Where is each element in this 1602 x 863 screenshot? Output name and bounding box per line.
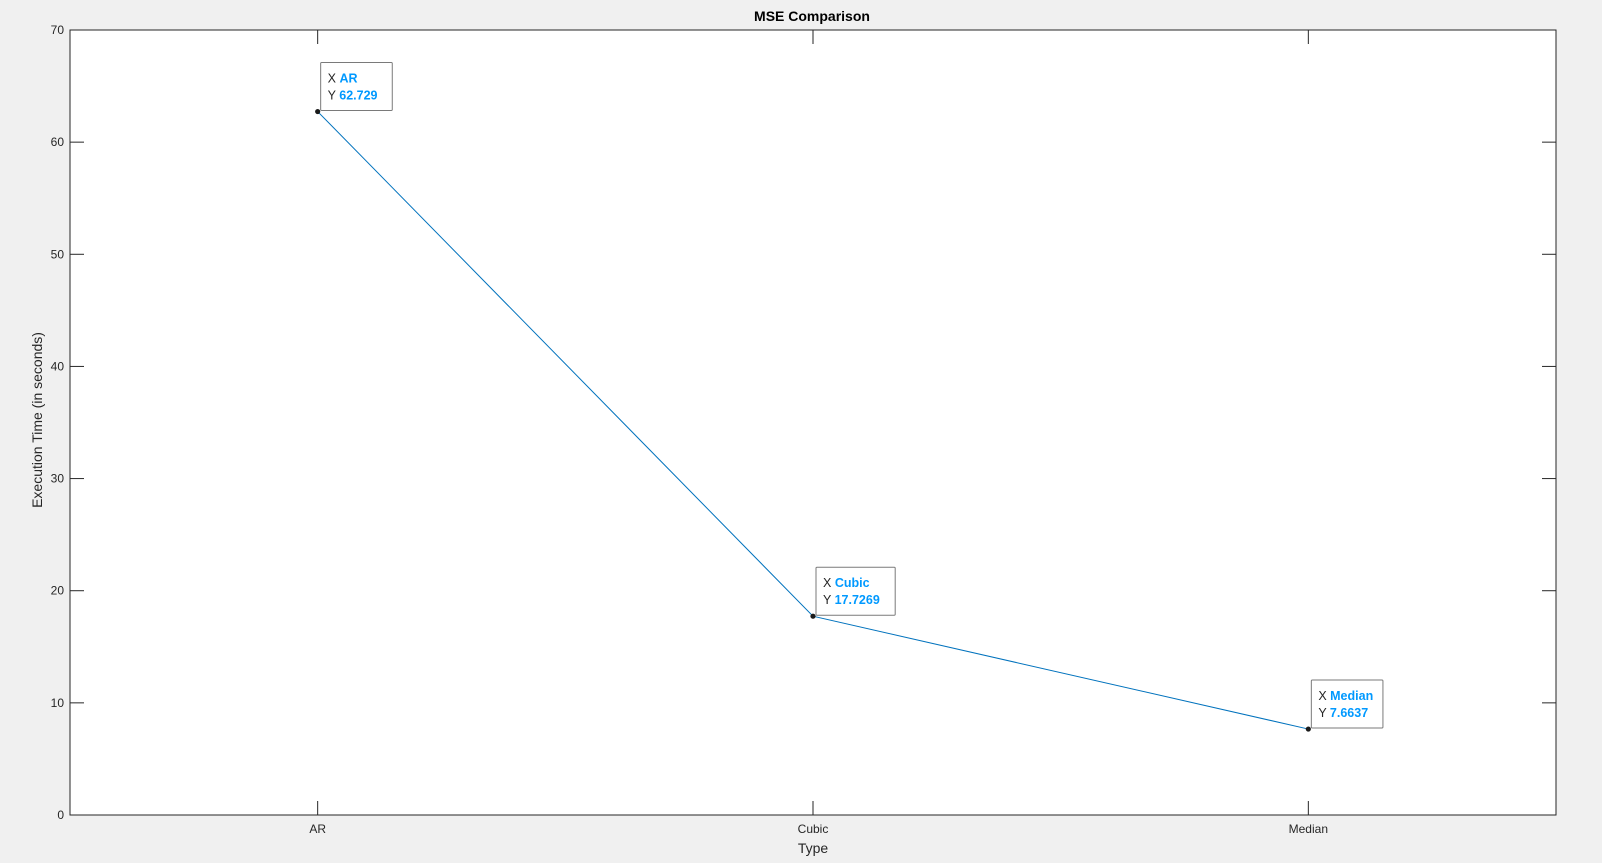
data-point[interactable] [810,613,816,619]
datatip-x-line: X Cubic [823,576,870,590]
mse-comparison-figure: 0 10 20 30 40 50 60 70 AR Cubic Median X AR Y 62.72… [0,0,1602,863]
datatip[interactable]: X MedianY 7.6637 [1310,679,1384,729]
x-tick-label: Cubic [798,822,829,836]
datatip-y-value: 17.7269 [835,593,880,607]
datatip-y-line: Y 7.6637 [1318,706,1368,720]
x-tick-label: AR [309,822,326,836]
y-axis-label: Execution Time (in seconds) [29,332,45,508]
y-tick-label: 10 [51,696,65,710]
y-tick-label: 60 [51,135,65,149]
y-tick-label: 20 [51,584,65,598]
datatip-x-line: X Median [1318,689,1373,703]
x-tick-label: Median [1289,822,1328,836]
datatip-x-prefix: X [328,72,340,86]
y-tick-label: 0 [57,808,64,822]
datatip[interactable]: X CubicY 17.7269 [815,566,896,616]
datatip-y-value: 62.729 [339,89,377,103]
datatip-x-value: AR [339,72,357,86]
datatip-y-prefix: Y [823,593,835,607]
datatip-box [320,62,393,112]
x-axis-label: Type [798,840,829,856]
datatip-x-line: X AR [328,72,358,86]
datatip-box [1310,679,1384,729]
datatip-x-value: Cubic [835,576,870,590]
datatip-x-prefix: X [1318,689,1330,703]
data-point[interactable] [315,108,321,115]
datatip-y-line: Y 62.729 [328,89,378,103]
y-tick-label: 70 [51,23,65,37]
datatip-x-prefix: X [823,576,835,590]
y-tick-label: 50 [51,247,65,261]
datatip-y-line: Y 17.7269 [823,593,880,607]
datatip-box [815,566,896,616]
y-tick-label: 30 [51,472,65,486]
data-point[interactable] [1305,726,1311,732]
y-tick-label: 40 [51,359,65,373]
datatip-y-prefix: Y [1318,706,1330,720]
datatip-y-value: 7.6637 [1330,706,1368,720]
datatip-x-value: Median [1330,689,1373,703]
datatip-y-prefix: Y [328,89,340,103]
chart-title: MSE Comparison [754,8,870,24]
datatip[interactable]: X AR Y 62.729 [320,62,393,112]
